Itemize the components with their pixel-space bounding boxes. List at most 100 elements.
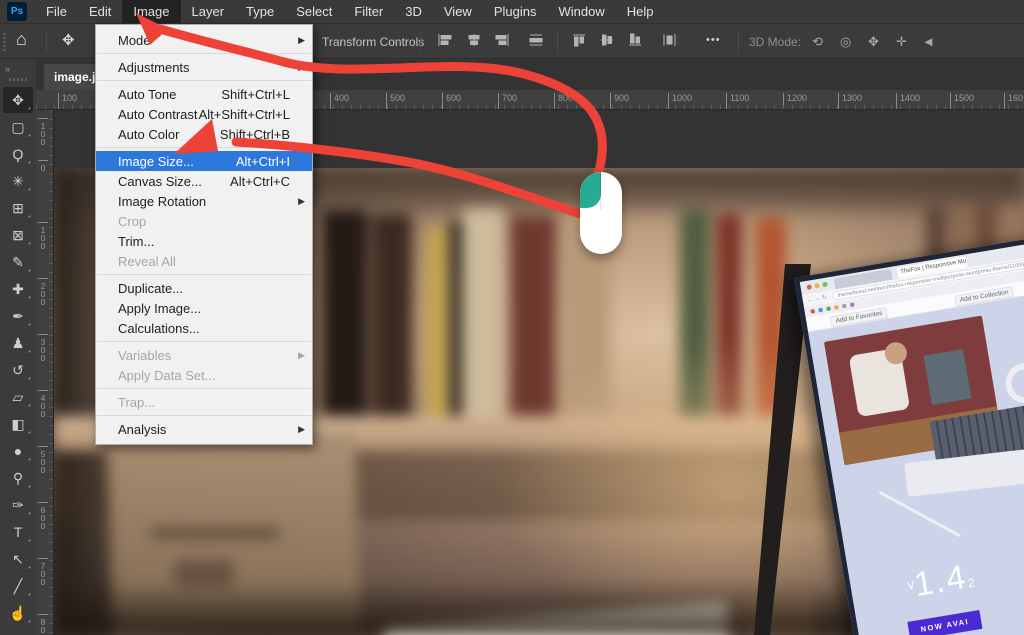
v-ruler-label: 800 <box>38 614 48 635</box>
menu-item-trim[interactable]: Trim... <box>96 231 312 251</box>
hand-tool[interactable]: ☝ <box>3 600 33 626</box>
h-ruler-label: 1500 <box>950 93 974 109</box>
v-ruler-label: 500 <box>38 446 48 473</box>
menu-select[interactable]: Select <box>285 0 343 23</box>
menu-item-image-size[interactable]: Image Size...Alt+Ctrl+I <box>96 151 312 171</box>
spot-healing-tool-icon: ✚ <box>12 281 24 298</box>
h-ruler-label: 1200 <box>783 93 807 109</box>
transform-controls-label[interactable]: Transform Controls <box>322 35 424 49</box>
h-ruler-label: 400 <box>330 93 349 109</box>
align-left-icon[interactable] <box>437 33 455 49</box>
menu-file[interactable]: File <box>35 0 78 23</box>
rectangular-marquee-tool-icon: ▢ <box>11 119 24 136</box>
menu-item-apply-image[interactable]: Apply Image... <box>96 298 312 318</box>
menu-filter[interactable]: Filter <box>343 0 394 23</box>
menu-image[interactable]: Image <box>122 0 180 23</box>
menu-layer[interactable]: Layer <box>181 0 236 23</box>
menu-item-mode[interactable]: Mode▶ <box>96 30 312 50</box>
menu-item-duplicate[interactable]: Duplicate... <box>96 278 312 298</box>
align-middle-icon[interactable] <box>600 33 618 49</box>
h-ruler-label: 500 <box>386 93 405 109</box>
menu-bar-items: FileEditImageLayerTypeSelectFilter3DView… <box>35 0 664 23</box>
align-center-horizontal-bars-icon[interactable] <box>528 33 546 49</box>
menu-plugins[interactable]: Plugins <box>483 0 548 23</box>
3d-mode-label: 3D Mode: <box>749 35 801 49</box>
dodge-tool[interactable]: ⚲ <box>3 465 33 491</box>
menu-type[interactable]: Type <box>235 0 285 23</box>
menu-item-auto-tone[interactable]: Auto ToneShift+Ctrl+L <box>96 84 312 104</box>
eyedropper-tool[interactable]: ✎ <box>3 249 33 275</box>
line-tool-icon: ╱ <box>14 578 22 595</box>
menu-item-calculations[interactable]: Calculations... <box>96 318 312 338</box>
line-tool[interactable]: ╱ <box>3 573 33 599</box>
options-grabber[interactable] <box>3 33 6 51</box>
move-tool[interactable]: ✥ <box>3 87 33 113</box>
brush-tool-icon: ✒ <box>12 308 24 325</box>
menu-3d[interactable]: 3D <box>394 0 433 23</box>
gradient-tool-icon: ◧ <box>11 416 24 433</box>
panel-collapse-icon[interactable]: » <box>0 60 36 76</box>
path-selection-tool[interactable]: ↖ <box>3 546 33 572</box>
menu-separator <box>97 415 311 416</box>
align-right-icon[interactable] <box>494 33 512 49</box>
lasso-tool[interactable]: Ϙ <box>3 141 33 167</box>
home-icon[interactable]: ⌂ <box>16 29 27 50</box>
crop-tool[interactable]: ⊞ <box>3 195 33 221</box>
v-ruler-label: 100 <box>38 222 48 249</box>
menu-item-auto-contrast[interactable]: Auto ContrastAlt+Shift+Ctrl+L <box>96 104 312 124</box>
menu-separator <box>97 388 311 389</box>
h-ruler-label: 700 <box>498 93 517 109</box>
panel-grabber[interactable] <box>9 78 27 81</box>
h-ruler-label: 1400 <box>896 93 920 109</box>
align-top-icon[interactable] <box>572 33 590 49</box>
rectangular-marquee-tool[interactable]: ▢ <box>3 114 33 140</box>
menu-help[interactable]: Help <box>616 0 665 23</box>
menu-item-canvas-size[interactable]: Canvas Size...Alt+Ctrl+C <box>96 171 312 191</box>
menu-view[interactable]: View <box>433 0 483 23</box>
menu-edit[interactable]: Edit <box>78 0 122 23</box>
menu-window[interactable]: Window <box>547 0 615 23</box>
menu-item-variables: Variables▶ <box>96 345 312 365</box>
menu-separator <box>97 274 311 275</box>
3d-roll-icon[interactable]: ◎ <box>840 34 851 50</box>
menu-separator <box>97 147 311 148</box>
h-ruler-label: 900 <box>610 93 629 109</box>
menu-item-adjustments[interactable]: Adjustments▶ <box>96 57 312 77</box>
spot-healing-tool[interactable]: ✚ <box>3 276 33 302</box>
3d-camera-icon[interactable]: ◄ <box>922 34 935 49</box>
eraser-tool[interactable]: ▱ <box>3 384 33 410</box>
photoshop-logo: Ps <box>7 2 27 21</box>
pen-tool[interactable]: ✑ <box>3 492 33 518</box>
clone-stamp-tool[interactable]: ♟ <box>3 330 33 356</box>
quick-selection-tool-icon: ✳ <box>12 173 24 190</box>
h-ruler-label: 800 <box>554 93 573 109</box>
dodge-tool-icon: ⚲ <box>13 470 23 487</box>
history-brush-tool-icon: ↺ <box>12 362 24 379</box>
gradient-tool[interactable]: ◧ <box>3 411 33 437</box>
align-bottom-icon[interactable] <box>628 33 646 49</box>
move-tool-preset-icon[interactable]: ✥ <box>62 31 75 49</box>
menu-item-analysis[interactable]: Analysis▶ <box>96 419 312 439</box>
3d-pan-icon[interactable]: ✥ <box>868 34 879 50</box>
frame-tool[interactable]: ⊠ <box>3 222 33 248</box>
h-ruler-label: 100 <box>58 93 77 109</box>
menu-item-auto-color[interactable]: Auto ColorShift+Ctrl+B <box>96 124 312 144</box>
history-brush-tool[interactable]: ↺ <box>3 357 33 383</box>
align-center-vertical-icon[interactable] <box>466 33 484 49</box>
more-options-button[interactable]: ••• <box>706 34 721 46</box>
3d-slide-icon[interactable]: ✛ <box>896 34 907 50</box>
mouse-annotation <box>580 172 622 254</box>
submenu-arrow-icon: ▶ <box>298 62 305 73</box>
vertical-ruler: 1000100200300400500600700800 <box>36 110 54 635</box>
v-ruler-label: 300 <box>38 334 48 361</box>
quick-selection-tool[interactable]: ✳ <box>3 168 33 194</box>
menu-separator <box>97 80 311 81</box>
menu-item-image-rotation[interactable]: Image Rotation▶ <box>96 191 312 211</box>
path-selection-tool-icon: ↖ <box>12 551 24 568</box>
type-tool-icon: T <box>14 524 23 540</box>
distribute-icon[interactable] <box>662 33 680 49</box>
blur-tool[interactable]: ● <box>3 438 33 464</box>
3d-orbit-icon[interactable]: ⟲ <box>812 34 823 50</box>
type-tool[interactable]: T <box>3 519 33 545</box>
brush-tool[interactable]: ✒ <box>3 303 33 329</box>
